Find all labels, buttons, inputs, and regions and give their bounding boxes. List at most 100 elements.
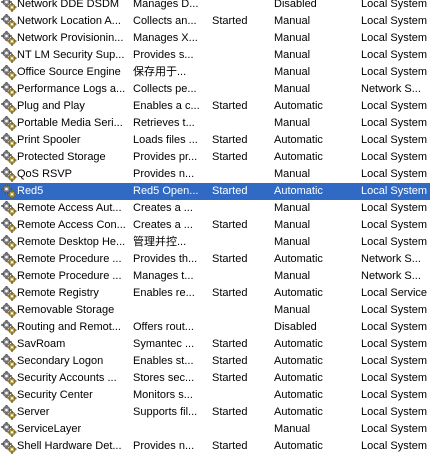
service-startup-type: Automatic: [274, 389, 323, 401]
service-status: Started: [212, 134, 248, 146]
service-status: [212, 200, 268, 217]
service-log-on-as: Network S...: [361, 270, 421, 282]
service-gears-icon: [1, 64, 17, 81]
service-name: Remote Registry: [17, 287, 99, 299]
service-log-on-as: Local System: [361, 304, 428, 316]
service-name: Remote Access Con...: [17, 219, 126, 231]
service-gears-icon: [1, 115, 17, 132]
service-gears-icon: [1, 336, 17, 353]
service-description: Provides n...: [133, 440, 195, 452]
service-log-on-as: Network S...: [361, 253, 421, 265]
service-startup-type: Manual: [274, 168, 311, 180]
service-row[interactable]: Print Spooler Loads files ... Started Autom…: [0, 132, 430, 149]
service-name: Secondary Logon: [17, 355, 104, 367]
service-row[interactable]: Removable Storage Manual Local System: [0, 302, 430, 319]
service-status: [212, 115, 268, 132]
service-gears-icon: [1, 421, 17, 438]
service-description: Manages X...: [133, 32, 198, 44]
service-row[interactable]: Remote Desktop He... 管理并控... Manual Local S…: [0, 234, 430, 251]
service-name: ServiceLayer: [17, 423, 82, 435]
service-row[interactable]: NT LM Security Sup... Provides s... Manual…: [0, 47, 430, 64]
service-description: Provides n...: [133, 168, 195, 180]
service-row[interactable]: Remote Procedure ... Provides th... Starte…: [0, 251, 430, 268]
service-description: Enables re...: [133, 287, 195, 299]
service-startup-type: Manual: [274, 236, 311, 248]
service-row[interactable]: Routing and Remot... Offers rout... Disabl…: [0, 319, 430, 336]
service-description: 管理并控...: [133, 236, 187, 248]
service-log-on-as: Local System: [361, 219, 428, 231]
services-list[interactable]: Network DDE DSDM Manages D... Disabled Loca…: [0, 0, 430, 455]
service-log-on-as: Local System: [361, 0, 428, 10]
service-log-on-as: Local System: [361, 168, 428, 180]
service-name: Security Center: [17, 389, 93, 401]
service-row[interactable]: Plug and Play Enables a c... Started Automa…: [0, 98, 430, 115]
service-name: Portable Media Seri...: [17, 117, 123, 129]
service-log-on-as: Local System: [361, 406, 428, 418]
service-row[interactable]: Protected Storage Provides pr... Started Au…: [0, 149, 430, 166]
service-row[interactable]: ServiceLayer Manual Local System: [0, 421, 430, 438]
service-description: Provides pr...: [133, 151, 198, 163]
service-row[interactable]: Remote Access Aut... Creates a ... Manual L…: [0, 200, 430, 217]
service-log-on-as: Local System: [361, 202, 428, 214]
service-gears-icon: [1, 149, 17, 166]
service-name: NT LM Security Sup...: [17, 49, 125, 61]
service-status: [212, 30, 268, 47]
service-row[interactable]: Remote Procedure ... Manages t... Manual Ne…: [0, 268, 430, 285]
service-log-on-as: Local System: [361, 117, 428, 129]
service-description: Enables st...: [133, 355, 194, 367]
service-name: Network Location A...: [17, 15, 121, 27]
service-row[interactable]: Red5 Red5 Open... Started Automatic Local Sy…: [0, 183, 430, 200]
service-name: Office Source Engine: [17, 66, 121, 78]
service-row[interactable]: Portable Media Seri... Retrieves t... Manu…: [0, 115, 430, 132]
service-log-on-as: Local System: [361, 440, 428, 452]
service-row[interactable]: Server Supports fil... Started Automatic Loc…: [0, 404, 430, 421]
service-log-on-as: Local System: [361, 372, 428, 384]
service-name: Remote Procedure ...: [17, 253, 122, 265]
service-gears-icon: [1, 98, 17, 115]
service-description: Provides s...: [133, 49, 194, 61]
service-startup-type: Manual: [274, 270, 311, 282]
service-gears-icon: [1, 132, 17, 149]
service-row[interactable]: Performance Logs a... Collects pe... Manua…: [0, 81, 430, 98]
service-description: Provides th...: [133, 253, 198, 265]
service-log-on-as: Local System: [361, 49, 428, 61]
service-name: Red5: [17, 185, 44, 197]
service-startup-type: Manual: [274, 423, 311, 435]
service-row[interactable]: Network Provisionin... Manages X... Manual…: [0, 30, 430, 47]
service-status: [212, 319, 268, 336]
service-row[interactable]: Secondary Logon Enables st... Started Autom…: [0, 353, 430, 370]
service-row[interactable]: Office Source Engine 保存用于... Manual Local S…: [0, 64, 430, 81]
service-row[interactable]: SavRoam Symantec ... Started Automatic Local…: [0, 336, 430, 353]
service-name: Plug and Play: [17, 100, 85, 112]
service-gears-icon: [1, 183, 17, 200]
service-row[interactable]: Remote Access Con... Creates a ... Started…: [0, 217, 430, 234]
service-row[interactable]: Shell Hardware Det... Provides n... Starte…: [0, 438, 430, 455]
service-startup-type: Automatic: [274, 253, 323, 265]
service-status: Started: [212, 372, 248, 384]
service-gears-icon: [1, 370, 17, 387]
service-status: [212, 47, 268, 64]
service-status: [212, 234, 268, 251]
service-row[interactable]: Network Location A... Collects an... Start…: [0, 13, 430, 30]
service-description: Manages t...: [133, 270, 194, 282]
service-startup-type: Manual: [274, 219, 311, 231]
service-gears-icon: [1, 47, 17, 64]
service-status: [212, 64, 268, 81]
service-description: Supports fil...: [133, 406, 198, 418]
service-gears-icon: [1, 217, 17, 234]
service-startup-type: Automatic: [274, 185, 323, 197]
service-name: Server: [17, 406, 50, 418]
service-description: Retrieves t...: [133, 117, 195, 129]
service-row[interactable]: Security Accounts ... Stores sec... Starte…: [0, 370, 430, 387]
service-status: [212, 421, 268, 438]
service-startup-type: Manual: [274, 117, 311, 129]
service-gears-icon: [1, 234, 17, 251]
service-row[interactable]: Security Center Monitors s... Automatic Loc…: [0, 387, 430, 404]
service-status: Started: [212, 185, 248, 197]
service-description: [133, 421, 205, 438]
service-row[interactable]: Remote Registry Enables re... Started Autom…: [0, 285, 430, 302]
service-row[interactable]: QoS RSVP Provides n... Manual Local System: [0, 166, 430, 183]
service-gears-icon: [1, 302, 17, 319]
service-row[interactable]: Network DDE DSDM Manages D... Disabled Loca…: [0, 0, 430, 13]
service-name: Shell Hardware Det...: [17, 440, 122, 452]
